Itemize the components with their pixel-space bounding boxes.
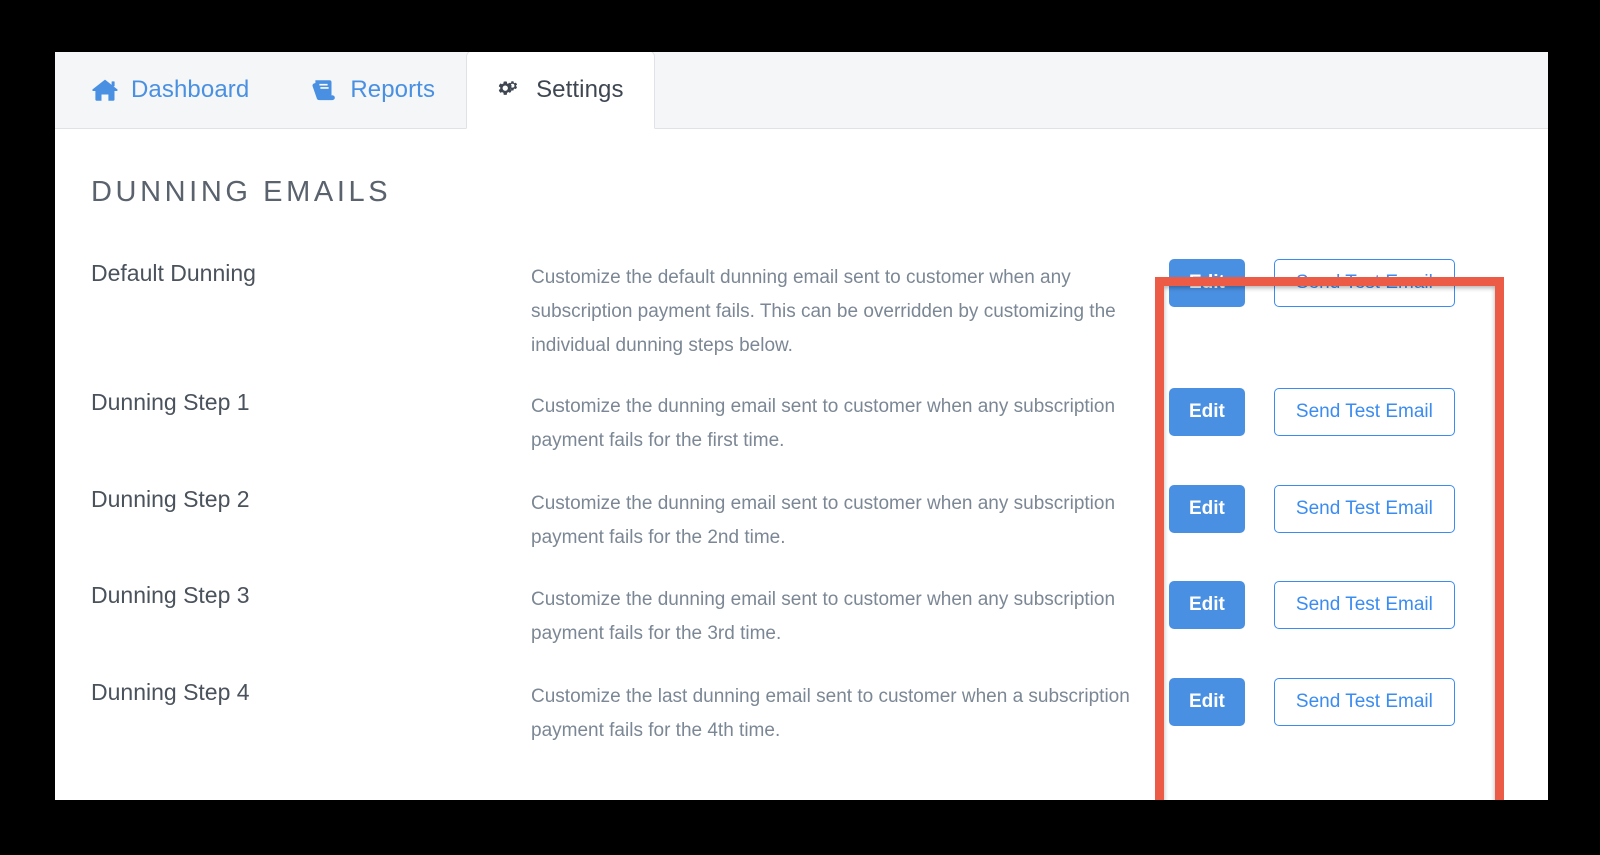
dunning-row-name: Dunning Step 2 bbox=[91, 486, 250, 512]
dunning-row-name: Dunning Step 4 bbox=[91, 679, 250, 705]
dunning-row-actions: Edit Send Test Email bbox=[1141, 477, 1548, 533]
dunning-row-description: Customize the default dunning email sent… bbox=[531, 267, 1116, 356]
edit-button[interactable]: Edit bbox=[1169, 581, 1245, 629]
send-test-email-button[interactable]: Send Test Email bbox=[1273, 485, 1455, 533]
settings-page-body: DUNNING EMAILS Default Dunning Customize… bbox=[55, 129, 1548, 800]
tab-dashboard[interactable]: Dashboard bbox=[55, 52, 280, 129]
dunning-row-description: Customize the dunning email sent to cust… bbox=[531, 493, 1116, 548]
tab-bar: Dashboard Reports Settings bbox=[55, 52, 1548, 129]
dunning-row-description: Customize the last dunning email sent to… bbox=[531, 686, 1130, 741]
page-title: DUNNING EMAILS bbox=[91, 176, 392, 208]
tab-settings-label: Settings bbox=[536, 75, 624, 103]
send-test-email-button[interactable]: Send Test Email bbox=[1273, 581, 1455, 629]
tab-settings[interactable]: Settings bbox=[466, 52, 655, 129]
dunning-row-description: Customize the dunning email sent to cust… bbox=[531, 589, 1116, 644]
dunning-row-name: Dunning Step 3 bbox=[91, 582, 250, 608]
dunning-row: Default Dunning Customize the default du… bbox=[55, 251, 1548, 380]
send-test-email-button[interactable]: Send Test Email bbox=[1273, 388, 1455, 436]
edit-button[interactable]: Edit bbox=[1169, 259, 1245, 307]
edit-button[interactable]: Edit bbox=[1169, 678, 1245, 726]
dunning-row: Dunning Step 2 Customize the dunning ema… bbox=[55, 477, 1548, 573]
send-test-email-button[interactable]: Send Test Email bbox=[1273, 259, 1455, 307]
edit-button[interactable]: Edit bbox=[1169, 388, 1245, 436]
tab-list: Dashboard Reports Settings bbox=[55, 52, 655, 129]
dunning-row-description: Customize the dunning email sent to cust… bbox=[531, 396, 1116, 451]
dunning-row-name: Dunning Step 1 bbox=[91, 389, 250, 415]
cogs-icon bbox=[497, 77, 523, 103]
dunning-row-name: Default Dunning bbox=[91, 260, 256, 286]
dunning-row: Dunning Step 3 Customize the dunning ema… bbox=[55, 573, 1548, 670]
edit-button[interactable]: Edit bbox=[1169, 485, 1245, 533]
dunning-emails-list: Default Dunning Customize the default du… bbox=[55, 251, 1548, 770]
send-test-email-button[interactable]: Send Test Email bbox=[1273, 678, 1455, 726]
dunning-row-actions: Edit Send Test Email bbox=[1141, 251, 1548, 307]
dunning-row-actions: Edit Send Test Email bbox=[1141, 573, 1548, 629]
dunning-row-actions: Edit Send Test Email bbox=[1141, 380, 1548, 436]
book-icon bbox=[311, 77, 337, 103]
dunning-row: Dunning Step 1 Customize the dunning ema… bbox=[55, 380, 1548, 477]
tab-reports-label: Reports bbox=[350, 76, 436, 103]
tab-dashboard-label: Dashboard bbox=[131, 76, 250, 103]
dunning-row: Dunning Step 4 Customize the last dunnin… bbox=[55, 670, 1548, 770]
home-icon bbox=[92, 77, 118, 103]
app-window: Dashboard Reports Settings DUNNING EMAIL… bbox=[55, 52, 1548, 800]
tab-reports[interactable]: Reports bbox=[280, 52, 466, 129]
dunning-row-actions: Edit Send Test Email bbox=[1141, 670, 1548, 726]
